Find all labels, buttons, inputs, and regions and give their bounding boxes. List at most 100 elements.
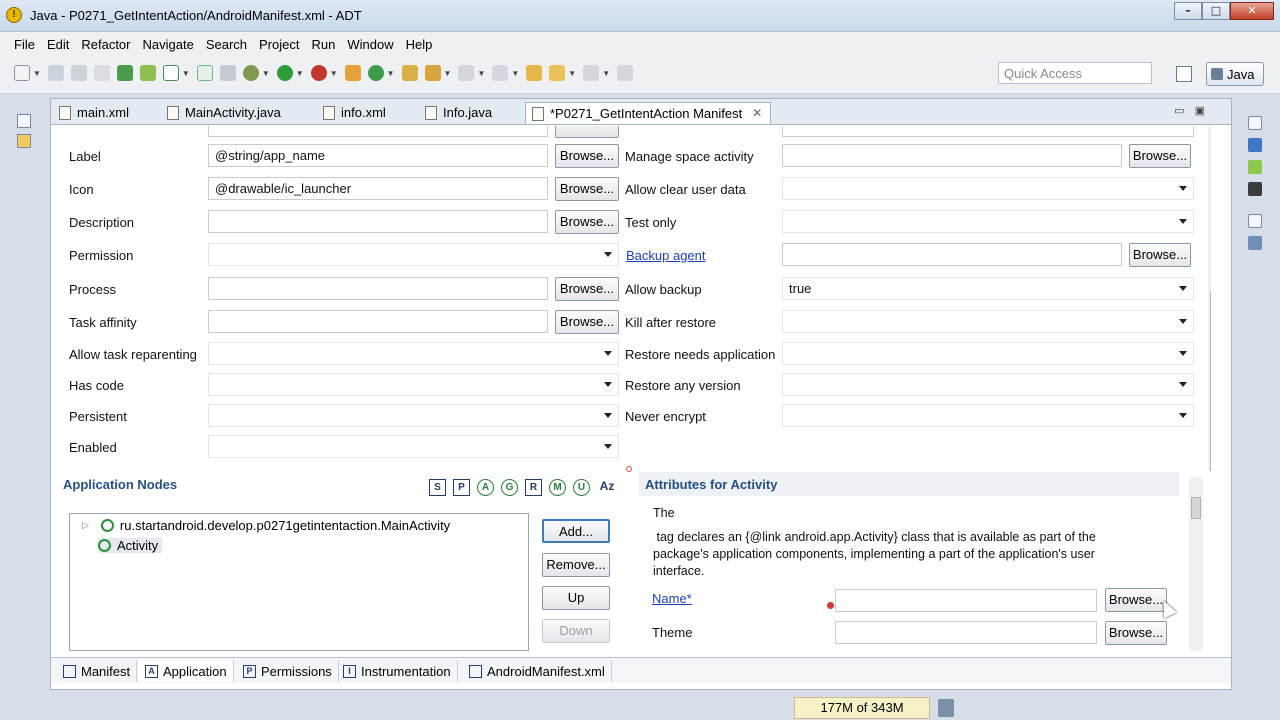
hidden-browse-button[interactable] [555,126,619,138]
minimize-button[interactable]: – [1174,2,1202,20]
close-tab-icon[interactable]: ✕ [752,106,762,120]
process-field[interactable] [208,277,548,300]
backup-agent-field[interactable] [782,243,1122,266]
lint-icon[interactable] [162,65,179,81]
tab-info-xml[interactable]: info.xml [323,102,386,124]
open-type-icon[interactable] [401,65,418,81]
task-list-icon[interactable] [1248,236,1262,250]
menu-project[interactable]: Project [253,37,305,52]
new-java-class-icon[interactable] [367,65,384,81]
tree-item-activity[interactable]: Activity [98,538,163,553]
icon-browse-button[interactable]: Browse... [555,177,619,201]
task-affinity-browse-button[interactable]: Browse... [555,310,619,334]
close-button[interactable]: ✕ [1230,2,1274,20]
hidden-field[interactable] [208,126,548,137]
next-annotation-icon[interactable] [458,65,475,81]
tab-info-java[interactable]: Info.java [425,102,492,124]
enabled-combo[interactable] [208,435,619,458]
heap-status[interactable]: 177M of 343M [794,697,930,719]
logcat-icon[interactable] [1248,182,1262,196]
dropdown-arrow-icon[interactable]: ▼ [182,69,190,78]
dropdown-arrow-icon[interactable]: ▼ [33,69,41,78]
allow-task-reparenting-combo[interactable] [208,342,619,365]
dropdown-arrow-icon[interactable]: ▼ [477,69,485,78]
menu-window[interactable]: Window [341,37,399,52]
run-icon[interactable] [276,65,293,81]
description-browse-button[interactable]: Browse... [555,210,619,234]
down-button[interactable]: Down [542,619,610,643]
form-scrollbar[interactable] [1208,126,1211,471]
dropdown-arrow-icon[interactable]: ▼ [262,69,270,78]
tab-androidmanifest-xml[interactable]: AndroidManifest.xml [463,660,612,682]
new-java-package-icon[interactable] [344,65,361,81]
tab-manifest[interactable]: *P0271_GetIntentAction Manifest ✕ [525,102,772,124]
task-affinity-field[interactable] [208,310,548,333]
dropdown-arrow-icon[interactable]: ▼ [511,69,519,78]
menu-edit[interactable]: Edit [41,37,75,52]
attributes-scrollbar[interactable] [1189,477,1203,651]
restore-view-icon[interactable] [17,114,31,128]
tab-mainactivity-java[interactable]: MainActivity.java [167,102,281,124]
back-icon[interactable] [549,65,566,81]
editor-minmax-controls[interactable]: ▭▣ [1174,104,1215,117]
tab-permissions-page[interactable]: P Permissions [237,660,339,682]
restore-needs-application-combo[interactable] [782,342,1194,365]
menu-navigate[interactable]: Navigate [137,37,200,52]
maximize-button[interactable]: □ [1202,2,1230,20]
icon-field[interactable]: @drawable/ic_launcher [208,177,548,200]
pin-editor-icon[interactable] [617,65,634,81]
restore-view-icon[interactable] [1248,214,1262,228]
filter-service-icon[interactable]: S [429,479,446,496]
forward-icon[interactable] [583,65,600,81]
allow-clear-user-data-combo[interactable] [782,177,1194,200]
search-icon[interactable] [424,65,441,81]
manage-space-activity-browse-button[interactable]: Browse... [1129,144,1191,168]
dropdown-arrow-icon[interactable]: ▼ [387,69,395,78]
up-button[interactable]: Up [542,586,610,610]
menu-search[interactable]: Search [200,37,253,52]
menu-run[interactable]: Run [305,37,341,52]
tab-instrumentation-page[interactable]: I Instrumentation [337,660,458,682]
menu-help[interactable]: Help [400,37,439,52]
tree-item-mainactivity[interactable]: ▷ ru.startandroid.develop.p0271getintent… [82,518,450,533]
filter-activity-icon[interactable]: G [501,479,518,496]
add-node-button[interactable]: Add... [542,519,610,543]
application-nodes-tree[interactable]: ▷ ru.startandroid.develop.p0271getintent… [69,513,529,651]
tab-main-xml[interactable]: main.xml [59,102,129,124]
menu-file[interactable]: File [8,37,41,52]
tab-application-page[interactable]: A Application [139,660,234,682]
package-explorer-icon[interactable] [17,134,31,148]
dropdown-arrow-icon[interactable]: ▼ [296,69,304,78]
open-perspective-icon[interactable] [1176,66,1192,82]
debug-icon[interactable] [242,65,259,81]
android-icon[interactable] [1248,160,1262,174]
skip-breakpoints-icon[interactable] [219,65,236,81]
filter-receiver-icon[interactable]: R [525,479,542,496]
label-browse-button[interactable]: Browse... [555,144,619,168]
previous-annotation-icon[interactable] [492,65,509,81]
kill-after-restore-combo[interactable] [782,310,1194,333]
expand-arrow-icon[interactable]: ▷ [82,520,89,531]
sort-alphabetical-icon[interactable]: Az [597,479,617,496]
garbage-collect-icon[interactable] [938,699,954,717]
filter-meta-data-icon[interactable]: M [549,479,566,496]
allow-backup-combo[interactable]: true [782,277,1194,300]
menu-refactor[interactable]: Refactor [75,37,136,52]
sash-marker-icon[interactable] [626,466,632,472]
name-field[interactable] [835,589,1097,612]
scroll-thumb[interactable] [1210,291,1211,471]
external-tools-icon[interactable] [310,65,327,81]
name-browse-button[interactable]: Browse... [1105,588,1167,612]
name-attribute-link[interactable]: Name* [652,591,692,606]
avd-manager-icon[interactable] [139,65,156,81]
new-android-project-icon[interactable] [196,65,213,81]
dropdown-arrow-icon[interactable]: ▼ [444,69,452,78]
theme-browse-button[interactable]: Browse... [1105,621,1167,645]
hidden-field[interactable] [782,126,1194,137]
scroll-thumb[interactable] [1191,497,1201,519]
android-sdk-manager-icon[interactable] [116,65,133,81]
has-code-combo[interactable] [208,373,619,396]
remove-node-button[interactable]: Remove... [542,553,610,577]
permission-combo[interactable] [208,243,619,266]
restore-view-icon[interactable] [1248,116,1262,130]
